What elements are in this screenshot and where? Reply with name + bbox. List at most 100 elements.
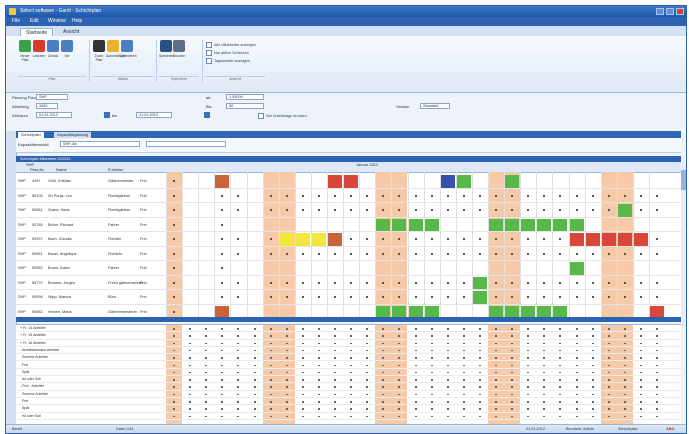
shift-cell[interactable] [489,218,504,231]
summary-row[interactable]: + Fr. 14 Arbeitet [16,325,681,333]
zeitraum-from-field[interactable]: 01.01.2012 [36,112,72,118]
bis2-field[interactable]: 50 [226,103,264,109]
shift-cell[interactable] [521,218,536,231]
save-button[interactable]: Speichern [159,40,175,66]
shift-cell[interactable] [311,233,326,246]
row-grp: SHP [18,280,26,285]
optimize-button[interactable]: Optimieren [120,40,137,66]
shift-cell[interactable] [633,233,648,246]
table-row[interactable]: SHP 4497 Grüll, Kristian Gärtnermeister Frei [16,174,681,189]
ab-field[interactable]: 1.09000 [226,94,264,100]
table-row[interactable]: SHP 50937 Bach, Claudia Floristin Frei [16,232,681,247]
vertical-scrollbar[interactable] [681,162,686,327]
print-button[interactable]: Drucken [172,40,186,66]
shift-cell[interactable] [328,233,343,246]
shift-cell[interactable] [440,175,455,188]
status-user: Benutzer: Admin [566,427,594,431]
summary-row[interactable]: + Fr. 15 Arbeitet [16,332,681,340]
minimize-button[interactable] [656,8,664,15]
shift-cell[interactable] [569,262,584,275]
summary-row[interactable]: - Frei - Arbeitet [16,383,681,391]
option-aktive-schichten[interactable]: Nur aktive Schichten [206,50,249,56]
row-name: Wipp, Marcus [48,295,72,299]
wand-button[interactable]: Automatisch [106,40,125,66]
zoom-icon [93,40,105,52]
shift-cell[interactable] [617,233,632,246]
shift-cell[interactable] [505,175,520,188]
row-name: Bach, Claudia [48,237,72,241]
abteilung-field[interactable]: 3460 [36,103,58,109]
filter-search-field[interactable] [146,141,226,147]
summary-row[interactable]: Spät [16,369,681,377]
option-alle-mitarbeiter[interactable]: Alle Mitarbeiter anzeigen [206,42,256,48]
shift-cell[interactable] [344,175,359,188]
shift-cell[interactable] [215,175,230,188]
shift-cell[interactable] [408,218,423,231]
shift-cell[interactable] [585,233,600,246]
forward-arrow-button[interactable]: Vor [60,40,74,66]
shift-cell[interactable] [295,233,310,246]
summary-row[interactable]: Ist oder Soll [16,413,681,420]
shift-cell[interactable] [376,218,391,231]
horizontal-scrollbar[interactable] [16,317,681,322]
menu-help[interactable]: Help [72,18,82,24]
zoom-button[interactable]: Zoom Plan [92,40,106,66]
ribbon-button-label: Zurück [47,54,59,58]
shift-cell[interactable] [601,233,616,246]
ribbon-button-label: Speichern [159,54,175,58]
calendar-icon-2[interactable] [204,112,210,118]
table-row[interactable]: SHP 50951 Bauer, Angelique Florist/in Frei [16,247,681,261]
close-button[interactable] [676,8,684,15]
summary-row[interactable]: Frei [16,398,681,406]
bis-label: bis [112,113,118,118]
shift-cell[interactable] [569,233,584,246]
menu-edit[interactable]: Edit [30,18,39,24]
shift-cell[interactable] [505,218,520,231]
menu-window[interactable]: Window [48,18,66,24]
shift-cell[interactable] [424,218,439,231]
menu-file[interactable]: File [12,18,20,24]
summary-row-label: + Fr. 14 Arbeitet [20,326,46,330]
option-tageswerte[interactable]: Tageswerte anzeigen [206,58,250,64]
summary-row[interactable]: Ist oder Soll [16,376,681,384]
summary-row[interactable]: - Arbeitsstunden Arbeitet [16,347,681,355]
filter-field[interactable]: SHP-Ab [60,141,140,147]
scroll-thumb[interactable] [681,170,686,190]
table-row[interactable]: SHP 50785 Bohm, Richard Fahrer Frei [16,218,681,232]
shift-cell[interactable] [279,233,294,246]
row-grp: SHP [18,208,26,212]
tab-ansicht[interactable]: Ansicht [58,28,84,36]
summary-row[interactable]: Summe Arbeitet [16,391,681,398]
shift-cell[interactable] [537,218,552,231]
table-row[interactable]: SHP 50681 Grabe, Hans Floristgärtner Frei [16,203,681,218]
version-field[interactable]: Standard [420,103,450,109]
shift-cell[interactable] [392,218,407,231]
filter-bar: Kapazitätsmodell SHP-Ab [16,138,681,153]
summary-row[interactable]: Summe Arbeitet [16,354,681,362]
summary-row-label: Summe Arbeitet [20,391,48,396]
refresh-button[interactable]: Neuer Plan [18,40,32,66]
calendar-icon[interactable] [104,112,110,118]
maximize-button[interactable] [666,8,674,15]
planname-field[interactable]: SHP [36,94,68,100]
table-row[interactable]: SHP 50770 Brunner, Jürgen Frei/a gärtnermei… [16,276,681,290]
shift-cell[interactable] [328,175,343,188]
table-row[interactable]: SHP 50952 Bruno, Adam Fahrer Frei [16,261,681,276]
delete-button[interactable]: Löschen [32,40,46,66]
zeitraum-to-field[interactable]: 31.01.2012 [136,112,172,118]
nur-arbeitstage-checkbox[interactable]: Nur Arbeitstage drucken [258,113,307,119]
window-title: Select software - Gantt - Schichtplan [20,8,102,14]
table-row[interactable]: SHP 50109 Sh Pouja, Leo Floristgärtner Frei [16,189,681,203]
shift-cell[interactable] [456,175,471,188]
shift-cell[interactable] [569,218,584,231]
summary-row[interactable]: + Fr. 16 Arbeitet [16,340,681,347]
shift-cell[interactable] [472,291,487,304]
summary-row[interactable]: Spät [16,405,681,413]
back-arrow-button[interactable]: Zurück [46,40,60,66]
shift-cell[interactable] [617,204,632,217]
shift-cell[interactable] [553,218,568,231]
app-icon [9,8,16,15]
table-row[interactable]: SHP 50998 Wipp, Marcus Büro Frei [16,290,681,305]
shift-cell[interactable] [472,276,487,289]
summary-row[interactable]: Frei [16,362,681,369]
